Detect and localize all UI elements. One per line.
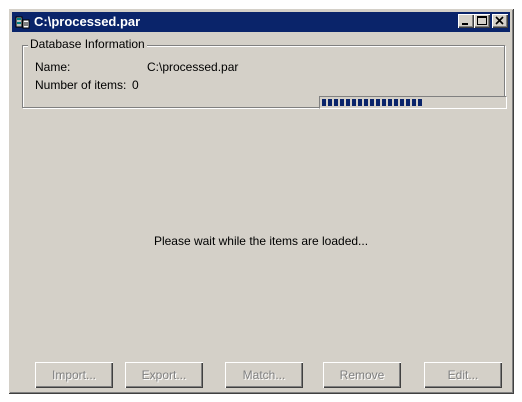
loading-progress-bar — [319, 96, 507, 109]
loading-message: Please wait while the items are loaded..… — [153, 234, 369, 248]
progress-fill — [322, 99, 422, 106]
item-count-value: 0 — [132, 78, 139, 92]
close-button[interactable] — [492, 14, 508, 28]
main-window: C:\processed.par Database Information Na… — [8, 8, 514, 394]
match-button[interactable]: Match... — [225, 362, 303, 388]
database-app-icon — [15, 15, 30, 29]
maximize-icon — [477, 16, 487, 25]
name-value: C:\processed.par — [147, 60, 239, 74]
remove-button[interactable]: Remove — [323, 362, 401, 388]
minimize-button[interactable] — [458, 14, 474, 28]
maximize-button[interactable] — [474, 14, 490, 28]
window-title: C:\processed.par — [34, 14, 141, 29]
title-bar[interactable]: C:\processed.par — [12, 12, 510, 32]
import-button[interactable]: Import... — [35, 362, 113, 388]
group-title: Database Information — [28, 37, 147, 51]
item-count-label: Number of items: — [35, 78, 127, 92]
edit-button[interactable]: Edit... — [424, 362, 502, 388]
close-icon — [495, 16, 504, 25]
name-label: Name: — [35, 60, 71, 74]
minimize-icon — [462, 23, 468, 25]
export-button[interactable]: Export... — [125, 362, 203, 388]
